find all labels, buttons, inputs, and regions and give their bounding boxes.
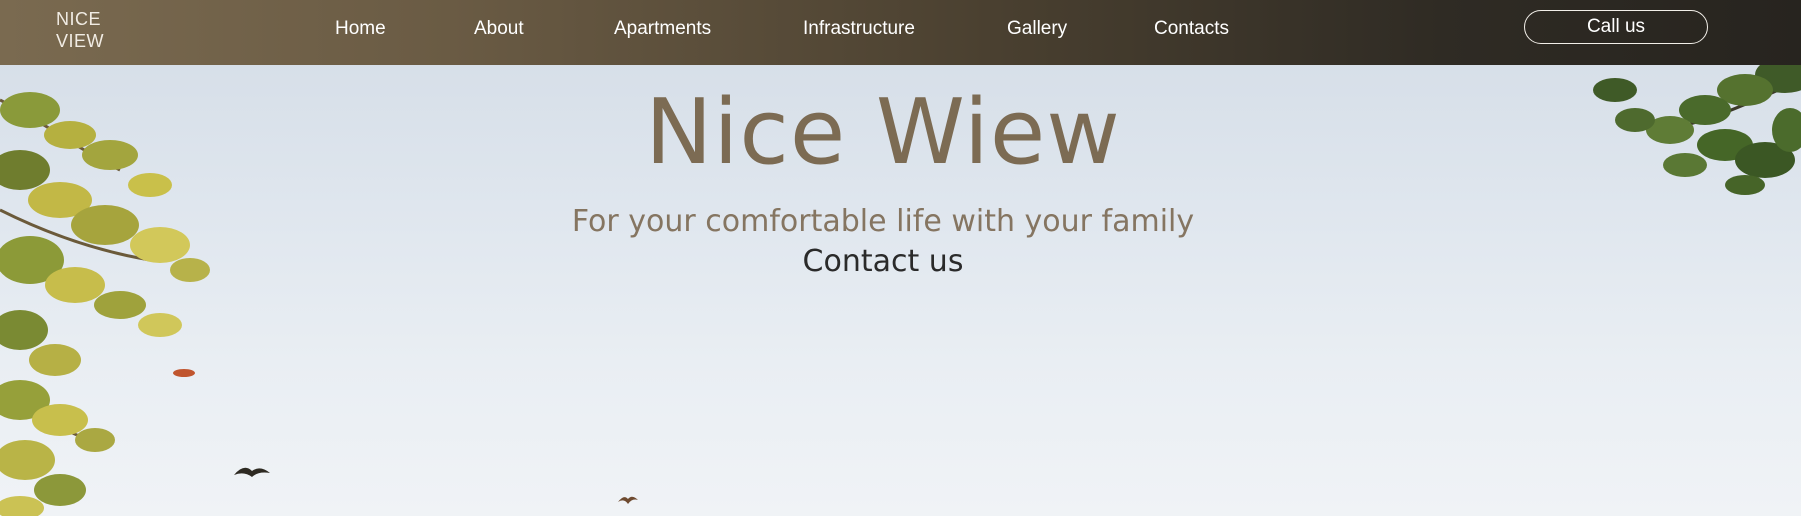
nav-gallery[interactable]: Gallery	[1007, 17, 1067, 41]
page: NICE VIEW Home About Apartments Infrastr…	[0, 0, 1801, 516]
site-header: NICE VIEW Home About Apartments Infrastr…	[0, 0, 1801, 65]
falling-leaf-image	[173, 369, 195, 377]
nav-contacts[interactable]: Contacts	[1154, 17, 1229, 41]
call-us-button[interactable]: Call us	[1524, 10, 1708, 44]
nav-infrastructure[interactable]: Infrastructure	[803, 17, 915, 41]
nav-about[interactable]: About	[474, 17, 524, 41]
nav-apartments[interactable]: Apartments	[614, 17, 711, 41]
hero-subtitle: For your comfortable life with your fami…	[571, 204, 1195, 239]
hero-contact-wrapper: Contact us	[0, 242, 1766, 282]
tree-foliage-left-image	[0, 92, 210, 516]
bird-image-2	[618, 496, 638, 504]
contact-us-link[interactable]: Contact us	[803, 244, 964, 279]
bird-image-1	[234, 467, 270, 477]
nav-home[interactable]: Home	[335, 17, 386, 41]
hero-title: Nice Wiew	[645, 80, 1121, 185]
tree-foliage-right-image	[1593, 60, 1801, 195]
